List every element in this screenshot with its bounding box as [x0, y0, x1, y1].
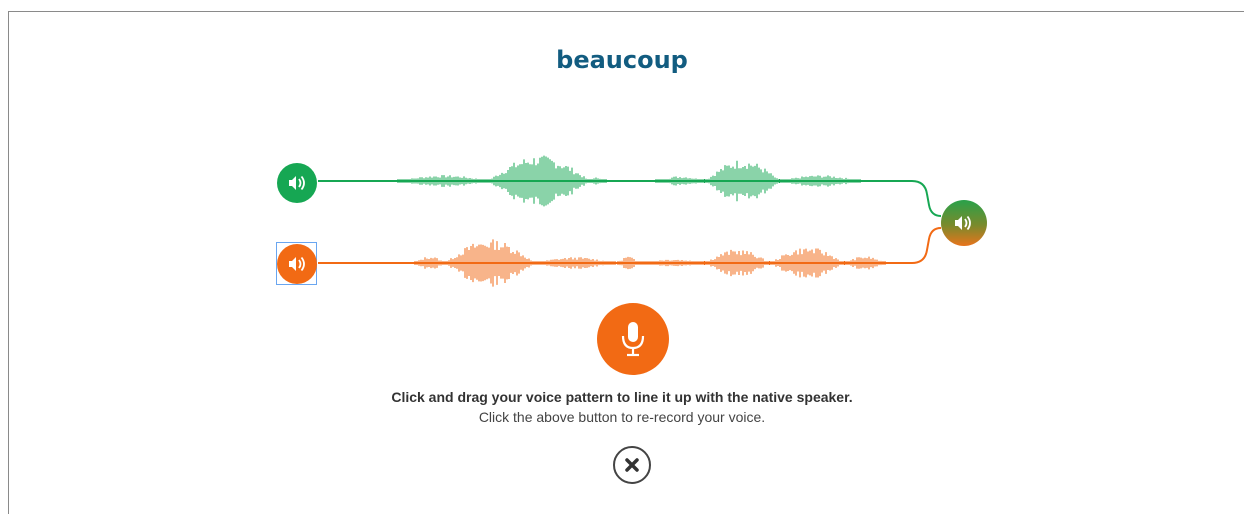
native-speaker-button[interactable]: [277, 163, 317, 203]
instruction-primary: Click and drag your voice pattern to lin…: [391, 389, 853, 405]
compare-speaker-button[interactable]: [941, 200, 987, 246]
speaker-icon: [289, 175, 305, 191]
close-button[interactable]: [613, 446, 651, 484]
microphone-icon: [621, 322, 645, 357]
record-button[interactable]: [597, 303, 669, 375]
instruction-secondary: Click the above button to re-record your…: [478, 409, 766, 425]
user-waveform[interactable]: [414, 239, 886, 287]
speaker-icon: [289, 256, 305, 272]
speaker-icon: [955, 215, 971, 231]
close-icon: [625, 458, 639, 472]
user-speaker-button[interactable]: [277, 244, 317, 284]
native-connector-line: [318, 180, 942, 217]
waveform-area: [318, 155, 942, 287]
